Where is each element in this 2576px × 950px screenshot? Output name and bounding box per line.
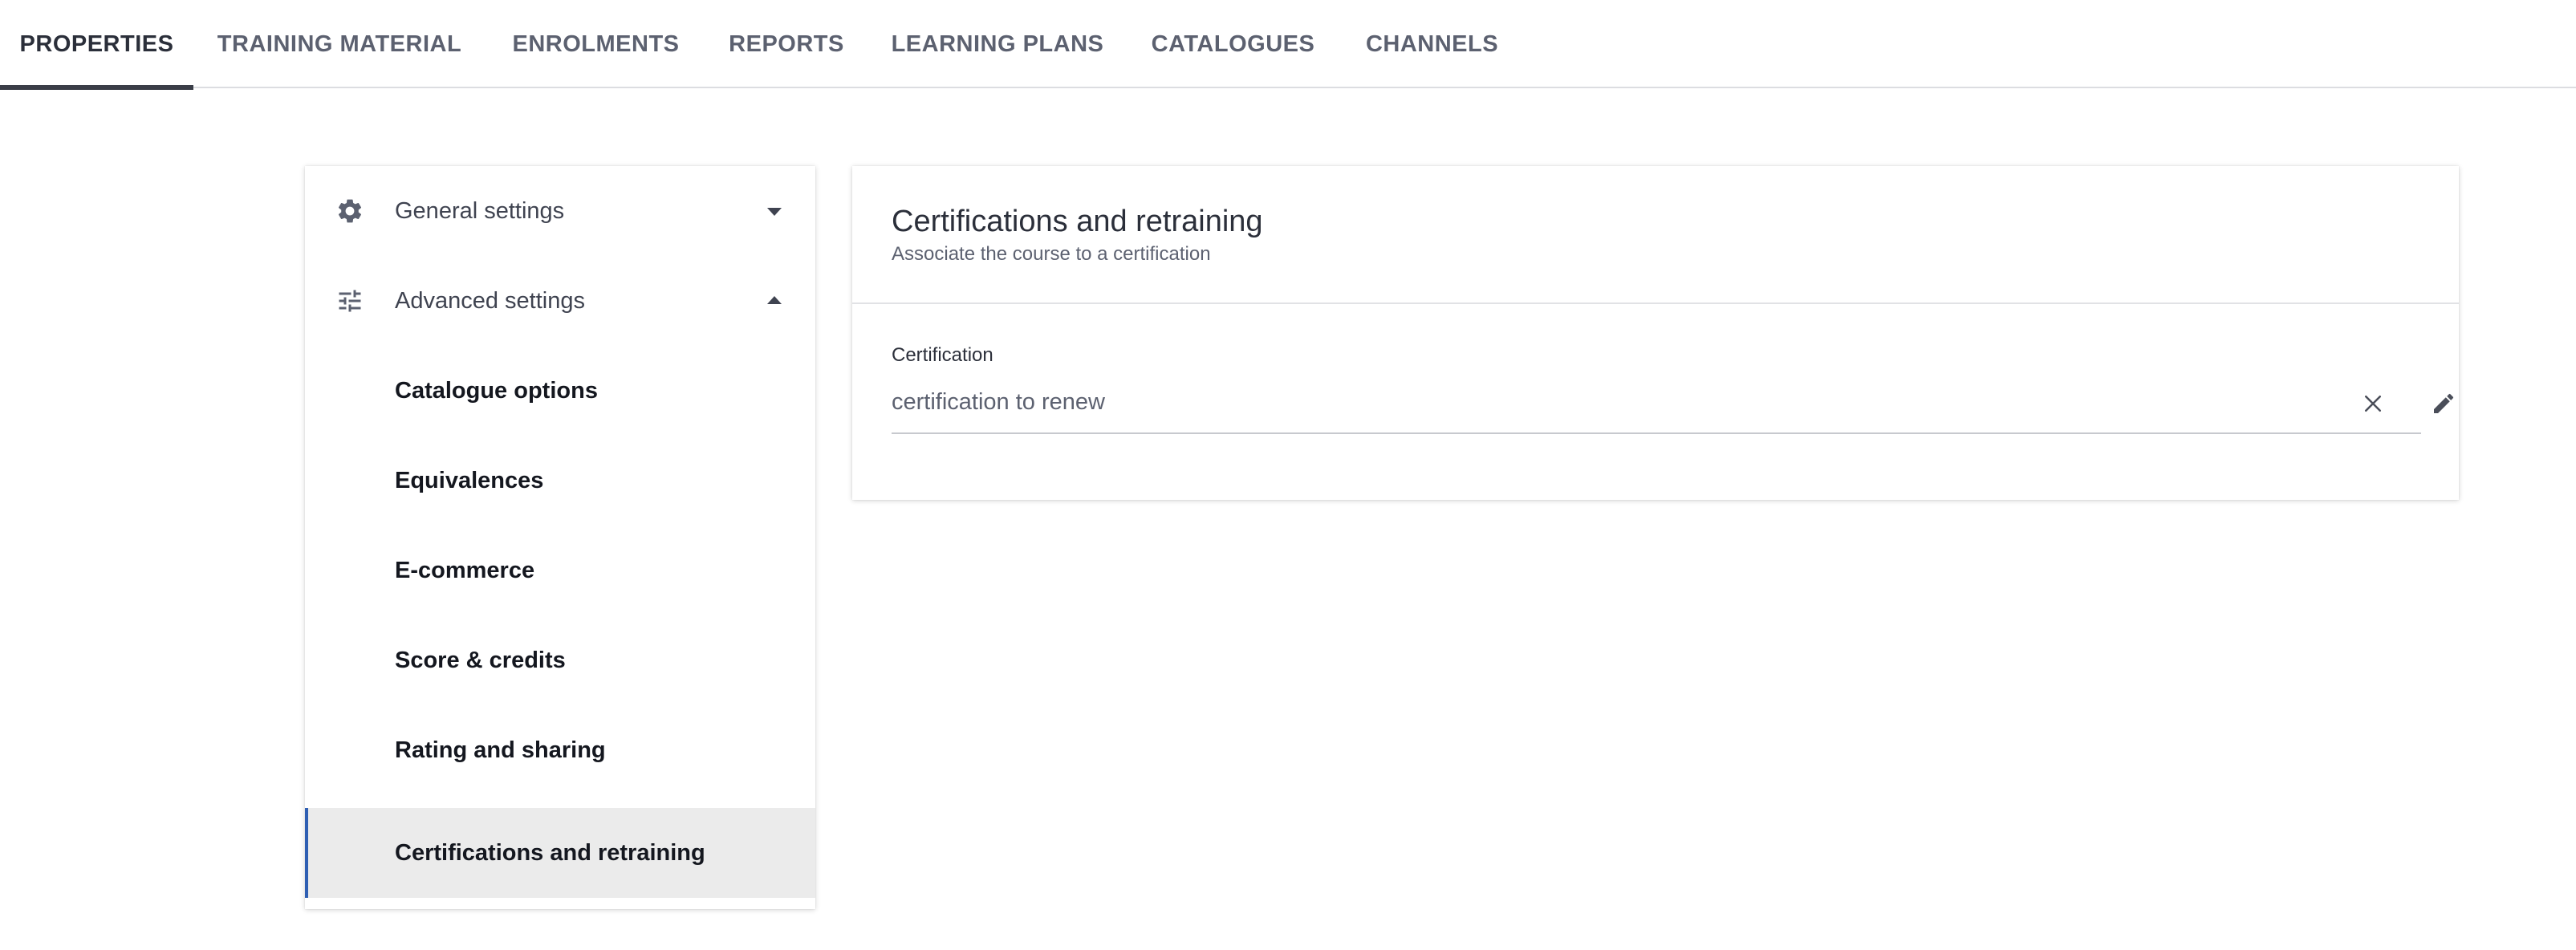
panel-title: Certifications and retraining: [892, 205, 1263, 238]
certification-field[interactable]: certification to renew: [892, 376, 2454, 434]
certification-value: certification to renew: [892, 389, 1105, 415]
sliders-icon: [334, 285, 366, 317]
sidebar-item-label: Score & credits: [395, 647, 566, 673]
tab-channels[interactable]: CHANNELS: [1338, 0, 1526, 88]
settings-navigation: General settings Advanced settings Catal…: [305, 166, 815, 909]
sidebar-item-label: Rating and sharing: [395, 737, 606, 763]
tab-learning-plans[interactable]: LEARNING PLANS: [867, 0, 1128, 88]
chevron-up-icon: [767, 296, 782, 304]
sidebar-item-label: Certifications and retraining: [395, 839, 705, 866]
sidebar-item-score-credits[interactable]: Score & credits: [305, 615, 815, 705]
sidebar-item-label: E-commerce: [395, 557, 535, 583]
sidebar-item-label: Equivalences: [395, 467, 544, 493]
sidebar-item-label: Catalogue options: [395, 377, 598, 404]
tab-enrolments[interactable]: ENROLMENTS: [486, 0, 706, 88]
sidebar-item-rating-sharing[interactable]: Rating and sharing: [305, 705, 815, 795]
pencil-icon[interactable]: [2426, 386, 2461, 421]
certification-field-label: Certification: [892, 344, 993, 366]
sidebar-item-e-commerce[interactable]: E-commerce: [305, 526, 815, 615]
panel-header: Certifications and retraining Associate …: [852, 166, 2459, 304]
gear-icon: [334, 195, 366, 227]
tab-training-material[interactable]: TRAINING MATERIAL: [193, 0, 486, 88]
sidebar-item-equivalences[interactable]: Equivalences: [305, 436, 815, 526]
sidebar-item-certifications-retraining[interactable]: Certifications and retraining: [305, 808, 815, 898]
panel-subtitle: Associate the course to a certification: [892, 243, 1211, 265]
tab-reports[interactable]: REPORTS: [706, 0, 867, 88]
top-tab-bar: PROPERTIES TRAINING MATERIAL ENROLMENTS …: [0, 0, 2576, 90]
certifications-panel: Certifications and retraining Associate …: [852, 166, 2459, 500]
tab-properties[interactable]: PROPERTIES: [0, 0, 193, 90]
tab-catalogues[interactable]: CATALOGUES: [1128, 0, 1338, 88]
advanced-settings-label: Advanced settings: [395, 287, 585, 314]
advanced-settings-toggle[interactable]: Advanced settings: [305, 256, 815, 346]
chevron-down-icon: [767, 208, 782, 216]
sidebar-item-catalogue-options[interactable]: Catalogue options: [305, 346, 815, 436]
general-settings-toggle[interactable]: General settings: [305, 166, 815, 256]
close-icon[interactable]: [2355, 386, 2391, 421]
general-settings-label: General settings: [395, 197, 565, 224]
